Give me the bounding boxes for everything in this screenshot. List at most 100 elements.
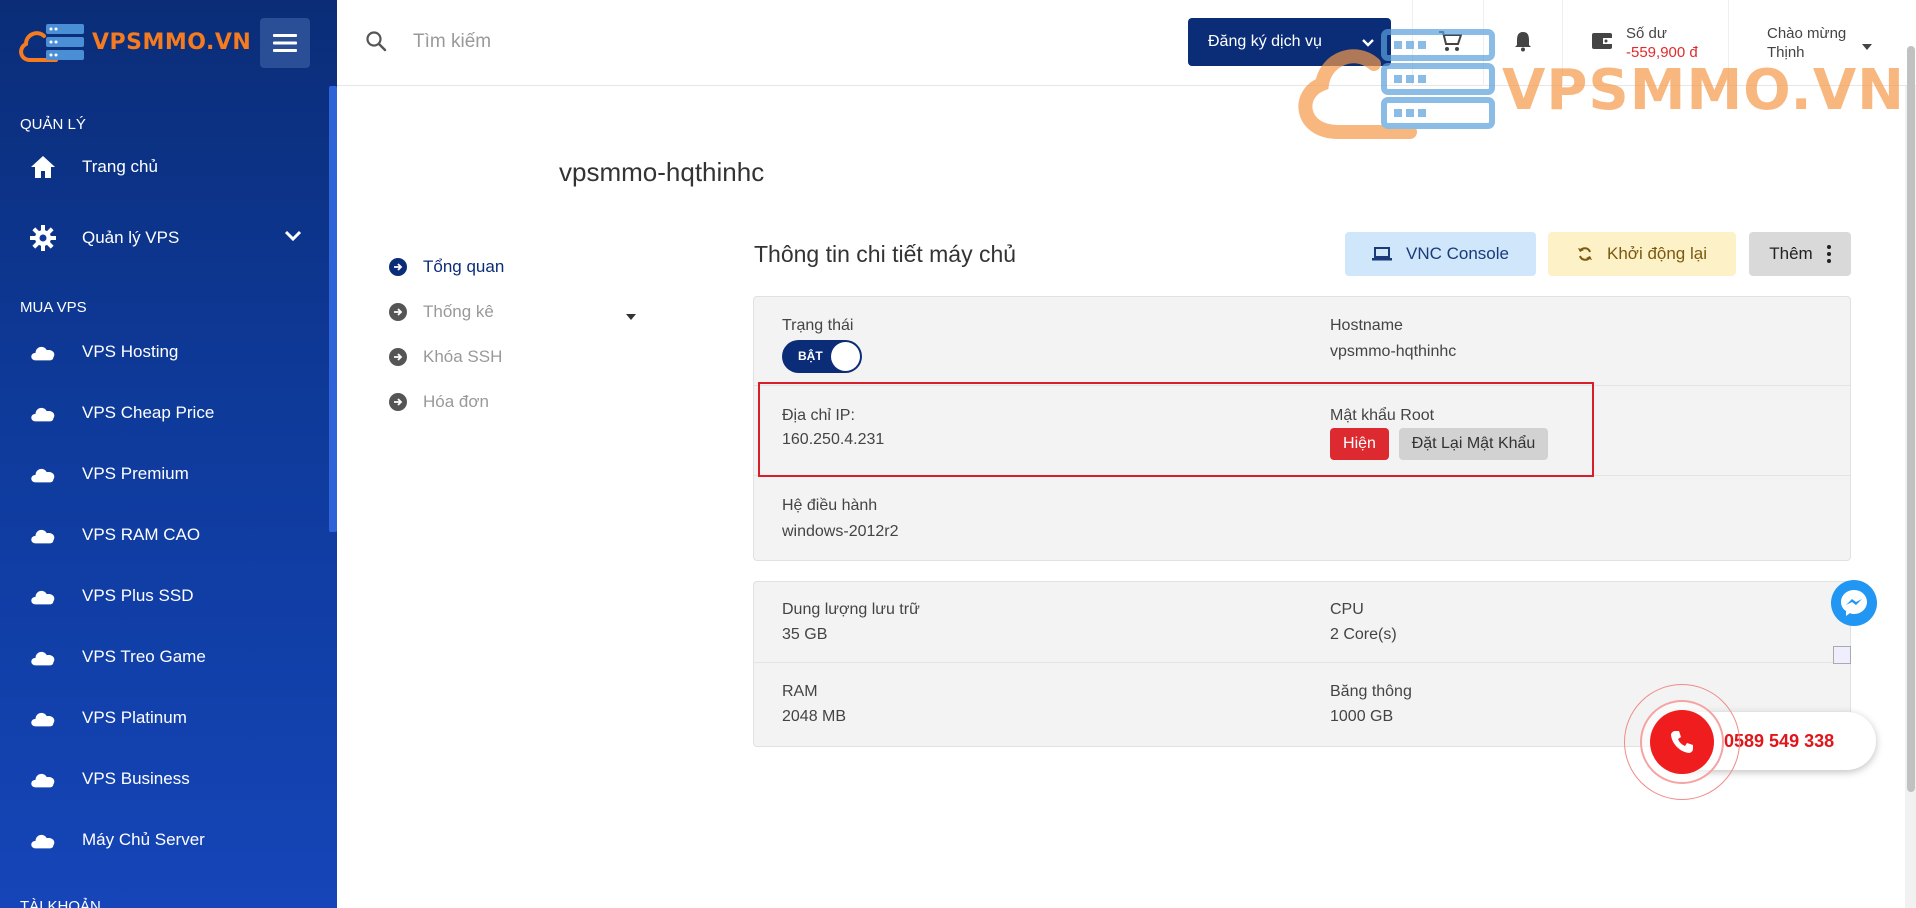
sidebar-item-label: VPS Plus SSD: [82, 586, 194, 605]
brand-logo[interactable]: VPSMMO.VN: [16, 20, 251, 64]
power-toggle[interactable]: BẬT: [782, 340, 862, 373]
highlight-annotation-box: [758, 382, 1594, 477]
sidebar-item-vps-platinum[interactable]: VPS Platinum: [0, 693, 329, 743]
topbar-divider: [1483, 0, 1484, 86]
sidebar-item-vps-cheap-price[interactable]: VPS Cheap Price: [0, 388, 329, 438]
sidebar-item-label: Quản lý VPS: [82, 228, 180, 247]
sidebar-item-vps-hosting[interactable]: VPS Hosting: [0, 327, 329, 377]
server-details-title: Thông tin chi tiết máy chủ: [754, 241, 1017, 267]
sidebar-scrollbar[interactable]: [329, 86, 337, 532]
more-button[interactable]: Thêm: [1749, 232, 1851, 276]
arrow-right-circle-icon: [389, 303, 407, 321]
sidebar-item-vps-plus-ssd[interactable]: VPS Plus SSD: [0, 571, 329, 621]
messenger-icon: [1841, 590, 1867, 616]
sidebar-item-vps-treo-game[interactable]: VPS Treo Game: [0, 632, 329, 682]
bandwidth-value: 1000 GB: [1330, 708, 1394, 725]
topbar-divider: [1412, 0, 1413, 86]
search-icon[interactable]: [365, 30, 387, 57]
arrow-right-circle-icon: [389, 393, 407, 411]
hotline-number: 0589 549 338: [1724, 731, 1835, 751]
restart-label: Khởi động lại: [1607, 244, 1707, 263]
vps-name-title: vpsmmo-hqthinhc: [559, 157, 765, 187]
sidebar-item-may-chu-server[interactable]: Máy Chủ Server: [0, 815, 329, 865]
sidebar-item-label: Máy Chủ Server: [82, 830, 205, 849]
hostname-value: vpsmmo-hqthinhc: [1330, 343, 1457, 360]
more-label: Thêm: [1769, 244, 1813, 263]
vnc-console-button[interactable]: VNC Console: [1345, 232, 1536, 276]
cpu-label: CPU: [1330, 601, 1364, 618]
sidebar-item-vps-business[interactable]: VPS Business: [0, 754, 329, 804]
cloud-icon: [29, 460, 57, 488]
ram-label: RAM: [782, 683, 818, 700]
os-label: Hệ điều hành: [782, 497, 878, 514]
more-vertical-icon: [1826, 245, 1831, 263]
caret-down-icon: [625, 308, 637, 326]
sidebar-item-label: VPS Treo Game: [82, 647, 206, 666]
page-scrollbar-thumb[interactable]: [1907, 46, 1915, 792]
cloud-icon: [29, 521, 57, 549]
balance-label: Số dư: [1626, 25, 1667, 42]
cloud-icon: [29, 338, 57, 366]
cart-icon[interactable]: [1438, 30, 1463, 57]
section-label-manage: QUẢN LÝ: [20, 116, 86, 133]
top-bar: Đăng ký dịch vụ Số dư -559,900 đ Chào mừ…: [337, 0, 1916, 86]
sidebar-item-label: VPS RAM CAO: [82, 525, 201, 544]
status-label: Trạng thái: [782, 317, 854, 334]
subnav-label: Tổng quan: [423, 257, 505, 276]
bandwidth-label: Băng thông: [1330, 683, 1412, 700]
sidebar-item-vps-ram-cao[interactable]: VPS RAM CAO: [0, 510, 329, 560]
broken-image-icon: [1833, 646, 1851, 664]
call-button[interactable]: [1650, 710, 1714, 774]
section-label-account: TÀI KHOẢN: [20, 898, 101, 908]
sidebar-item-label: VPS Platinum: [82, 708, 187, 727]
section-label-buy-vps: MUA VPS: [20, 299, 87, 316]
hostname-label: Hostname: [1330, 317, 1403, 334]
balance-value: -559,900 đ: [1626, 44, 1698, 61]
restart-button[interactable]: Khởi động lại: [1548, 232, 1736, 276]
subnav-ssh-keys[interactable]: Khóa SSH: [389, 342, 649, 372]
chevron-down-icon: [1361, 35, 1375, 53]
gear-icon: [29, 224, 57, 252]
cloud-icon: [29, 826, 57, 854]
messenger-button[interactable]: [1831, 580, 1877, 626]
vnc-console-label: VNC Console: [1406, 244, 1509, 263]
sidebar-item-manage-vps[interactable]: Quản lý VPS: [0, 213, 329, 263]
cpu-value: 2 Core(s): [1330, 626, 1397, 643]
sidebar-item-home[interactable]: Trang chủ: [0, 142, 329, 192]
phone-icon: [1671, 731, 1693, 753]
row-divider: [754, 662, 1850, 663]
cloud-server-logo-icon: [16, 20, 88, 64]
user-name[interactable]: Thịnh: [1767, 44, 1805, 61]
chevron-down-icon: [284, 229, 302, 247]
sidebar-item-label: VPS Hosting: [82, 342, 179, 361]
home-icon: [29, 153, 57, 181]
register-service-label: Đăng ký dịch vụ: [1208, 33, 1322, 50]
greeting-text[interactable]: Chào mừng: [1767, 25, 1846, 42]
wallet-icon: [1591, 31, 1613, 56]
caret-down-icon[interactable]: [1861, 38, 1873, 56]
cloud-icon: [29, 643, 57, 671]
sidebar-item-label: VPS Business: [82, 769, 190, 788]
sidebar-item-vps-premium[interactable]: VPS Premium: [0, 449, 329, 499]
cloud-icon: [29, 704, 57, 732]
bell-icon[interactable]: [1513, 30, 1533, 57]
toggle-knob: [831, 342, 860, 371]
menu-toggle-button[interactable]: [260, 18, 310, 68]
register-service-button[interactable]: Đăng ký dịch vụ: [1188, 18, 1391, 66]
cloud-icon: [29, 582, 57, 610]
laptop-icon: [1372, 247, 1392, 261]
topbar-divider: [1562, 0, 1563, 86]
storage-label: Dung lượng lưu trữ: [782, 601, 920, 618]
topbar-divider: [1728, 0, 1729, 86]
subnav-invoices[interactable]: Hóa đơn: [389, 387, 649, 417]
subnav-statistics[interactable]: Thống kê: [389, 297, 649, 327]
ram-value: 2048 MB: [782, 708, 847, 725]
subnav-label: Hóa đơn: [423, 392, 489, 411]
arrow-right-circle-icon: [389, 258, 407, 276]
search-input[interactable]: [413, 24, 813, 60]
hamburger-icon: [273, 34, 297, 52]
subnav-label: Khóa SSH: [423, 347, 503, 366]
subnav-overview[interactable]: Tổng quan: [389, 252, 649, 282]
cloud-icon: [29, 399, 57, 427]
power-toggle-label: BẬT: [798, 349, 823, 363]
